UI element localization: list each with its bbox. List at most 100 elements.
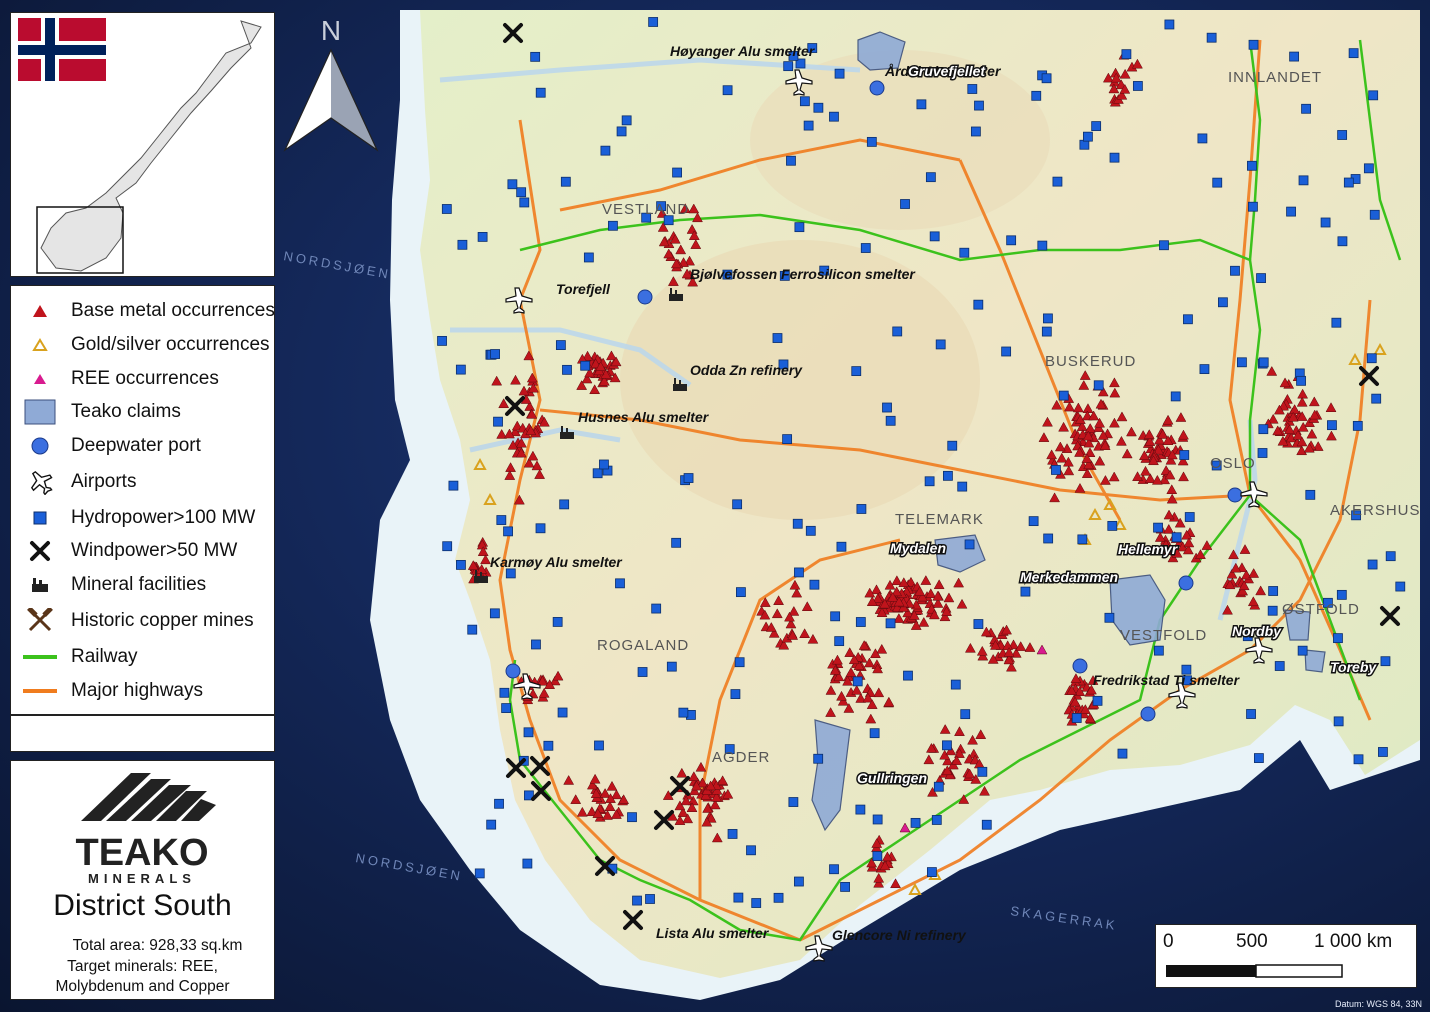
hydro-square: [496, 515, 507, 525]
hydro-square: [959, 247, 970, 258]
hydro-square: [910, 817, 921, 828]
hydro-square: [1246, 709, 1256, 719]
legend-spacer: [10, 715, 275, 752]
hydro-square: [977, 766, 988, 777]
hydro-square: [1253, 753, 1264, 763]
hydro-square: [1336, 589, 1347, 600]
legend-label: REE occurrences: [71, 368, 219, 389]
hydro-square: [503, 526, 513, 537]
hydro-square: [1247, 160, 1257, 171]
hydro-square: [678, 707, 689, 718]
legend: Base metal occurrences Gold/silver occur…: [10, 285, 275, 715]
claim-label: Gruvefjellet: [908, 63, 986, 79]
hydro-square: [1298, 175, 1309, 186]
hydro-square: [1343, 177, 1354, 188]
hydro-square: [900, 199, 910, 209]
hydro-square: [1371, 393, 1382, 404]
facility-label: Bjølvefossen Ferrosilicon smelter: [690, 266, 916, 282]
hydro-square: [973, 619, 984, 629]
hydro-square: [1041, 326, 1052, 337]
hydro-square: [1031, 90, 1042, 101]
hydro-square: [730, 689, 741, 699]
datum-label: Datum: WGS 84, 33N: [1334, 999, 1422, 1009]
region-label: VESTLAND: [602, 201, 689, 218]
hydro-square: [522, 858, 533, 869]
region-label: BUSKERUD: [1045, 353, 1136, 370]
hydro-square: [924, 476, 935, 487]
hydro-square: [957, 481, 968, 492]
hydro-square: [1183, 314, 1193, 325]
hydro-square: [892, 326, 903, 337]
hydro-square: [672, 167, 682, 178]
norway-flag-icon: [18, 18, 106, 81]
hydro-square: [1051, 465, 1061, 475]
hydro-square: [1268, 586, 1279, 596]
airplane-icon: [30, 470, 53, 495]
hydro-square: [852, 676, 863, 687]
region-label: TELEMARK: [895, 511, 984, 528]
brand-panel: TEAKO MINERALS District South Total area…: [10, 760, 275, 1000]
hydro-square: [477, 232, 488, 242]
hydro-square: [1305, 489, 1316, 500]
hydro-square: [926, 867, 937, 877]
hydro-square: [722, 85, 733, 96]
hydro-square: [1043, 533, 1054, 544]
hydro-square: [813, 753, 824, 764]
hydro-square: [1367, 559, 1378, 570]
hydro-square: [1363, 163, 1374, 174]
hydro-square: [559, 499, 570, 510]
factory-icon: [32, 578, 48, 592]
hydro-square: [1041, 73, 1052, 84]
gold-triangle-icon: [32, 338, 48, 351]
hydro-square: [1179, 450, 1190, 460]
hydro-square: [851, 366, 862, 377]
hydro-square: [1153, 645, 1164, 656]
hydro-square: [860, 243, 871, 253]
hydro-square: [456, 559, 466, 570]
hydro-square: [733, 892, 744, 903]
hydro-square: [535, 523, 546, 534]
hydro-square: [931, 815, 942, 825]
hydro-square: [616, 126, 627, 137]
facility-label: Fredrikstad Ti smelter: [1093, 672, 1241, 688]
hydro-square: [805, 525, 816, 536]
hydro-square: [885, 415, 896, 426]
red-triangle-icon: [33, 305, 47, 317]
hydro-square: [615, 578, 625, 589]
hydro-square: [903, 670, 913, 681]
hydro-square: [621, 115, 632, 126]
hydro-square: [1006, 235, 1017, 246]
legend-label: Windpower>50 MW: [71, 540, 238, 561]
logo-mark: [81, 773, 216, 821]
hydro-square: [1353, 754, 1364, 765]
hydro-square: [442, 541, 453, 552]
hydro-square: [794, 876, 804, 887]
port-circle-icon: [637, 289, 653, 305]
target-minerals-line2: Molybdenum and Copper: [55, 978, 230, 995]
hydro-square: [783, 61, 794, 72]
hydro-square: [441, 204, 452, 214]
hydro-square: [666, 661, 677, 672]
hydro-square: [1267, 605, 1278, 616]
magenta-triangle-icon: [34, 374, 46, 384]
hydro-square: [799, 96, 810, 107]
hydro-square: [637, 667, 648, 677]
hydro-square: [1153, 522, 1163, 533]
hydro-square: [933, 781, 944, 792]
legend-item-ree: REE occurrences: [23, 364, 219, 394]
hydro-square: [732, 499, 743, 510]
sea-label: NORDSJØEN: [354, 850, 464, 884]
hydro-square: [1286, 206, 1296, 217]
hydro-square: [974, 100, 984, 111]
hydro-square: [1058, 390, 1069, 401]
hydro-square: [1366, 353, 1377, 364]
legend-label: Base metal occurrences: [71, 300, 275, 321]
north-label: N: [321, 15, 341, 46]
legend-label: Railway: [71, 646, 138, 667]
hydro-square: [531, 639, 541, 650]
legend-item-gold-silver: Gold/silver occurrences: [23, 330, 270, 360]
hydro-square: [1170, 391, 1181, 402]
hydro-square: [1378, 747, 1388, 757]
hydro-square: [751, 898, 762, 908]
legend-item-copper-mines: Historic copper mines: [23, 606, 254, 636]
